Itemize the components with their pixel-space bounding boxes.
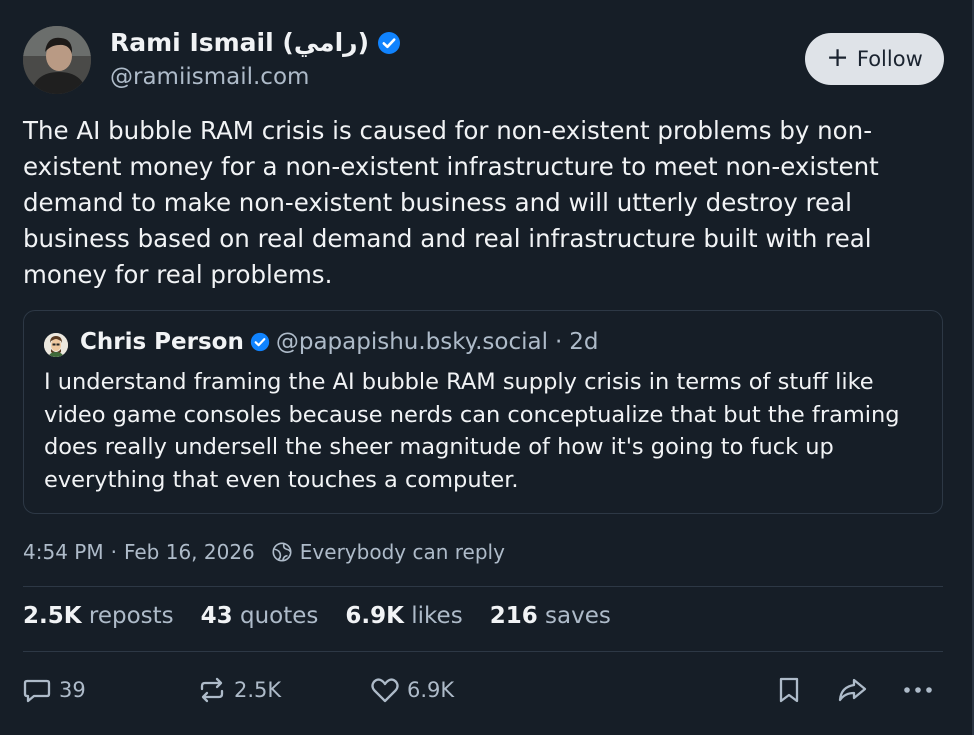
divider xyxy=(23,586,943,587)
stat-count: 216 xyxy=(489,603,538,629)
repost-button[interactable]: 2.5K xyxy=(196,674,281,706)
reply-button[interactable]: 39 xyxy=(21,674,86,706)
stat-label: quotes xyxy=(239,603,319,629)
reply-setting[interactable]: Everybody can reply xyxy=(300,540,505,564)
globe-icon xyxy=(272,542,292,562)
quoted-post[interactable]: Chris Person @papapishu.bsky.social · 2d… xyxy=(23,310,943,514)
stat-label: saves xyxy=(545,603,611,629)
stat-count: 2.5K xyxy=(23,603,82,629)
bookmark-icon xyxy=(779,677,799,703)
post-card: Rami Ismail (رامي) @ramiismail.com + Fol… xyxy=(0,0,974,735)
action-bar: 39 2.5K 6.9K xyxy=(0,668,974,714)
more-options-button[interactable] xyxy=(902,674,934,706)
reply-count: 39 xyxy=(59,678,86,702)
follow-button[interactable]: + Follow xyxy=(805,33,944,85)
repost-icon xyxy=(200,677,224,703)
divider xyxy=(23,651,943,652)
bookmark-button[interactable] xyxy=(773,674,805,706)
stat-count: 43 xyxy=(200,603,233,629)
verified-badge-icon xyxy=(378,31,400,54)
quoted-post-time: 2d xyxy=(569,329,599,355)
post-date: Feb 16, 2026 xyxy=(123,540,255,564)
share-arrow-icon xyxy=(838,678,867,702)
reply-bubble-icon xyxy=(23,679,51,703)
meta-separator: · xyxy=(110,540,117,564)
author-handle[interactable]: @ramiismail.com xyxy=(110,64,309,90)
follow-button-label: Follow xyxy=(856,47,923,71)
like-count: 6.9K xyxy=(407,678,455,702)
author-name-text: Rami Ismail (رامي) xyxy=(110,28,369,57)
like-button[interactable]: 6.9K xyxy=(369,674,454,706)
stat-label: reposts xyxy=(88,603,174,629)
post-text: The AI bubble RAM crisis is caused for n… xyxy=(23,116,879,289)
stat-saves[interactable]: 216 saves xyxy=(490,603,611,629)
post-meta: 4:54 PM · Feb 16, 2026 Everybody can rep… xyxy=(23,540,505,564)
quoted-author-handle: @papapishu.bsky.social xyxy=(275,329,548,355)
share-button[interactable] xyxy=(836,674,868,706)
author-name[interactable]: Rami Ismail (رامي) xyxy=(110,28,401,57)
quoted-post-header: Chris Person @papapishu.bsky.social · 2d xyxy=(80,329,599,355)
more-options-icon xyxy=(904,687,932,693)
stat-reposts[interactable]: 2.5K reposts xyxy=(23,603,174,629)
quoted-post-text: I understand framing the AI bubble RAM s… xyxy=(44,369,900,493)
quoted-author-avatar xyxy=(44,333,68,357)
verified-badge-icon xyxy=(250,332,270,352)
stat-label: likes xyxy=(411,603,463,629)
quoted-separator: · xyxy=(554,329,563,355)
quoted-author-name: Chris Person xyxy=(80,329,244,355)
author-avatar[interactable] xyxy=(23,26,91,94)
heart-icon xyxy=(371,678,399,703)
post-stats: 2.5K reposts 43 quotes 6.9K likes 216 sa… xyxy=(23,603,638,629)
stat-likes[interactable]: 6.9K likes xyxy=(345,603,462,629)
stat-count: 6.9K xyxy=(345,603,404,629)
post-time: 4:54 PM xyxy=(23,540,104,564)
repost-count: 2.5K xyxy=(234,678,282,702)
plus-icon: + xyxy=(826,42,849,73)
stat-quotes[interactable]: 43 quotes xyxy=(201,603,319,629)
